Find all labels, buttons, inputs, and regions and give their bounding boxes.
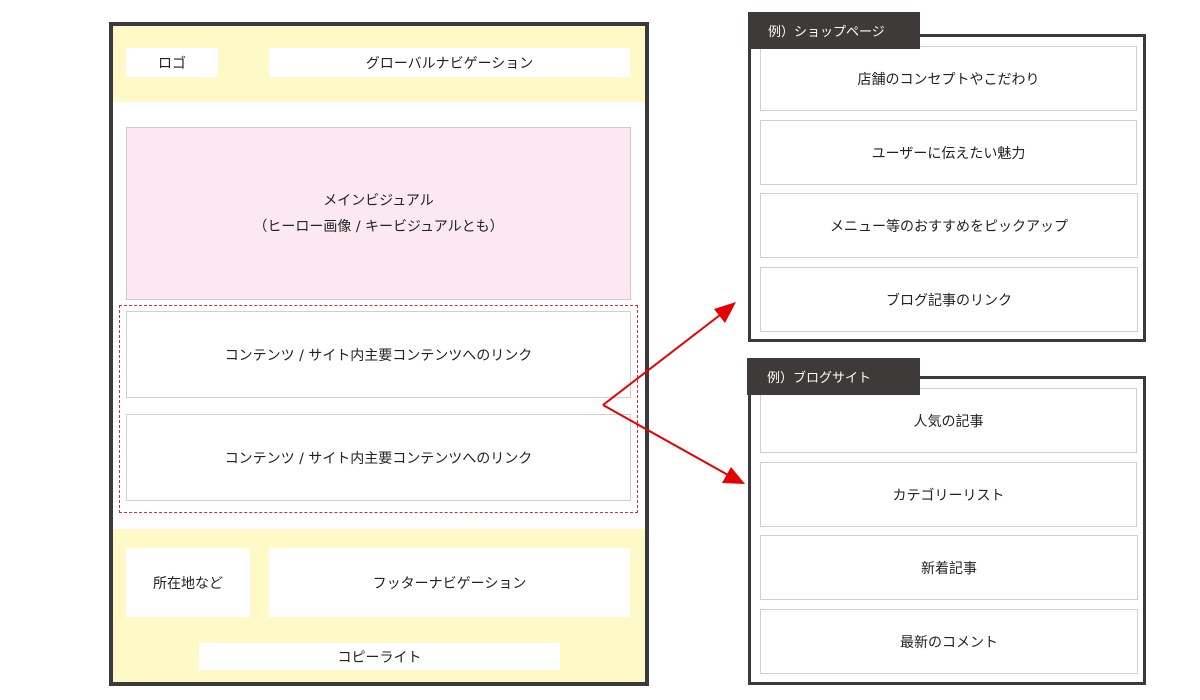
example-arrows bbox=[602, 302, 745, 484]
arrow-to-shop-line bbox=[602, 314, 721, 406]
arrow-to-blog-head bbox=[722, 467, 745, 484]
arrow-to-shop-head bbox=[714, 302, 736, 323]
arrow-to-blog-line bbox=[602, 404, 729, 476]
